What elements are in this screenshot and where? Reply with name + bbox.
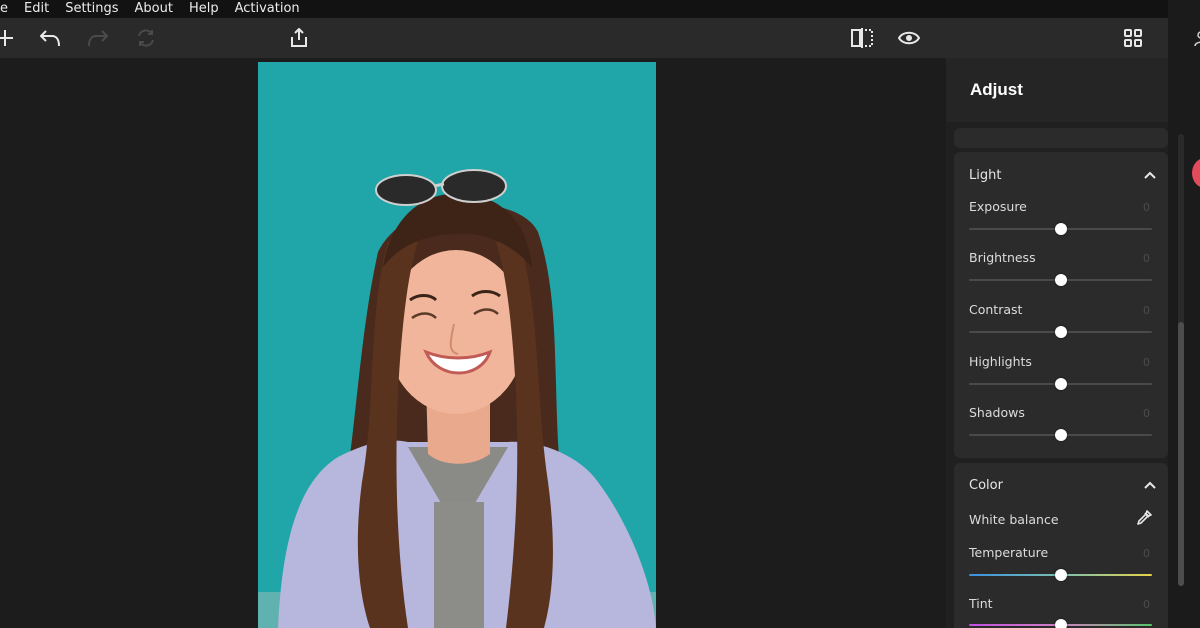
brightness-value: 0 [1143, 252, 1150, 265]
portrait-image [258, 62, 656, 628]
compare-button[interactable] [849, 26, 875, 50]
menu-file[interactable]: e [0, 0, 16, 18]
reset-icon [138, 29, 154, 47]
exposure-value: 0 [1143, 201, 1150, 214]
chevron-up-icon[interactable] [1144, 480, 1156, 490]
exposure-slider[interactable] [969, 223, 1152, 235]
temperature-slider[interactable] [969, 569, 1152, 581]
redo-icon [88, 30, 108, 47]
contrast-value: 0 [1143, 304, 1150, 317]
preview-button[interactable] [896, 26, 922, 50]
reset-button[interactable] [133, 26, 159, 50]
grid-view-button[interactable] [1120, 26, 1146, 50]
white-balance-label: White balance [969, 512, 1059, 527]
highlights-value: 0 [1143, 356, 1150, 369]
color-section-title[interactable]: Color [969, 478, 1003, 493]
tint-label: Tint [969, 596, 993, 611]
user-icon[interactable] [1194, 30, 1200, 48]
editor-window: e Edit Settings About Help Activation Ad… [0, 0, 1200, 628]
collapsed-section-card[interactable] [954, 128, 1168, 148]
highlights-label: Highlights [969, 354, 1032, 369]
brightness-slider[interactable] [969, 274, 1152, 286]
adjust-panel-header: Adjust [946, 58, 1168, 122]
panel-title: Adjust [970, 80, 1023, 99]
contrast-slider[interactable] [969, 326, 1152, 338]
undo-button[interactable] [37, 26, 63, 50]
image-canvas[interactable] [0, 58, 946, 628]
export-icon [291, 28, 307, 47]
color-section: Color White balance Temperature 0 Tint 0 [954, 463, 1168, 628]
eyedropper-icon[interactable] [1136, 510, 1152, 526]
menu-about[interactable]: About [127, 0, 181, 18]
light-section: Light Exposure 0 Brightness 0 Contrast 0… [954, 152, 1168, 458]
shadows-slider[interactable] [969, 429, 1152, 441]
tint-slider[interactable] [969, 619, 1152, 628]
light-section-title[interactable]: Light [969, 168, 1001, 183]
add-button[interactable] [0, 26, 18, 50]
exposure-slider-knob[interactable] [1054, 223, 1067, 235]
export-button[interactable] [286, 26, 312, 50]
add-icon [0, 30, 13, 46]
undo-icon [40, 30, 60, 47]
preview-eye-icon [897, 31, 921, 45]
menu-help[interactable]: Help [181, 0, 227, 18]
tint-value: 0 [1143, 598, 1150, 611]
brightness-slider-knob[interactable] [1054, 274, 1067, 286]
tint-slider-knob[interactable] [1054, 619, 1067, 628]
menu-activation[interactable]: Activation [227, 0, 308, 18]
side-tool-strip [1168, 0, 1200, 628]
temperature-label: Temperature [969, 545, 1049, 560]
highlights-slider[interactable] [969, 378, 1152, 390]
menu-edit[interactable]: Edit [16, 0, 57, 18]
contrast-label: Contrast [969, 302, 1023, 317]
compare-icon [851, 28, 873, 48]
panel-scrollbar-thumb[interactable] [1178, 322, 1184, 586]
toolbar [0, 18, 1168, 58]
temperature-slider-knob[interactable] [1054, 569, 1067, 581]
shadows-value: 0 [1143, 407, 1150, 420]
shadows-label: Shadows [969, 405, 1025, 420]
redo-button[interactable] [85, 26, 111, 50]
menu-settings[interactable]: Settings [57, 0, 126, 18]
highlights-slider-knob[interactable] [1054, 378, 1067, 390]
exposure-label: Exposure [969, 199, 1027, 214]
brightness-label: Brightness [969, 250, 1036, 265]
chevron-up-icon[interactable] [1144, 170, 1156, 180]
temperature-value: 0 [1143, 547, 1150, 560]
contrast-slider-knob[interactable] [1054, 326, 1067, 338]
menu-bar: e Edit Settings About Help Activation [0, 0, 1200, 18]
shadows-slider-knob[interactable] [1054, 429, 1067, 441]
photo [258, 62, 656, 628]
grid-view-icon [1124, 29, 1142, 47]
